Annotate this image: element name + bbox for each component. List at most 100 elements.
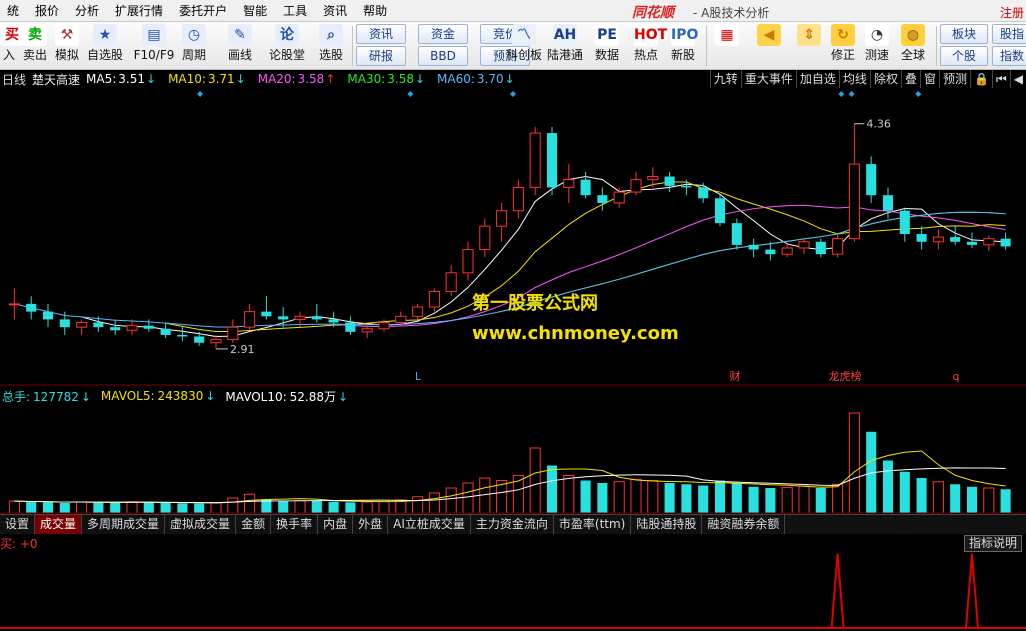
volume-bar (93, 502, 104, 513)
candle-body (496, 210, 508, 227)
indicator-tab-4[interactable]: 金额 (236, 515, 272, 534)
volume-bar (143, 502, 154, 513)
candle-body (93, 322, 104, 328)
kline-tab-8[interactable]: 🔒 (970, 70, 992, 88)
candle-body (378, 322, 390, 330)
indicator-tab-6[interactable]: 内盘 (318, 515, 354, 534)
candle-body (462, 249, 474, 274)
volume-bar (345, 502, 356, 513)
event-diamond-icon (838, 91, 845, 97)
indicator-tab-2[interactable]: 多周期成交量 (82, 515, 166, 534)
candle-body (647, 176, 659, 181)
menu-item-3[interactable]: 扩展行情 (108, 0, 172, 22)
menu-item-2[interactable]: 分析 (68, 0, 108, 22)
kline-tab-2[interactable]: 加自选 (795, 70, 839, 88)
volume-bar (194, 503, 205, 513)
indicator-tab-5[interactable]: 换手率 (271, 515, 319, 534)
indicator-tab-9[interactable]: 主力资金流向 (471, 515, 554, 534)
indicator-chart[interactable] (0, 552, 1026, 631)
candle-body (194, 336, 205, 343)
updown-button[interactable]: ⇕ (794, 24, 824, 68)
event-diamond-icon (407, 91, 414, 97)
star-icon: ★ (93, 24, 117, 46)
sector-button-0-0[interactable]: 板块 (940, 24, 988, 44)
kline-tab-10[interactable]: ◀ (1009, 70, 1026, 88)
menu-item-1[interactable]: 报价 (28, 0, 68, 22)
clock-button[interactable]: ◷ 周期 (176, 24, 212, 68)
toolbar-label: 测速 (864, 48, 889, 62)
forum-icon: 论 (275, 24, 299, 46)
kline-tab-5[interactable]: 叠 (900, 70, 920, 88)
back-arrow-button[interactable]: ◀ (752, 24, 786, 68)
register-link[interactable]: 注册 (1000, 4, 1024, 21)
f10-button[interactable]: ▤ F10/F9 (130, 24, 178, 68)
sector-button-1-1[interactable]: 指数 (992, 46, 1026, 66)
menu-item-8[interactable]: 帮助 (356, 0, 396, 22)
buy-signal-spike (830, 553, 845, 629)
event-mark-3: q (953, 370, 960, 383)
ah-button[interactable]: AH 陆港通 (546, 24, 584, 68)
indicator-tab-1[interactable]: 成交量 (35, 515, 83, 534)
ma-indicator-0: MA5: 3.51↓ (86, 72, 162, 86)
kline-tab-7[interactable]: 预测 (938, 70, 970, 88)
toolbar-label: 新股 (670, 48, 695, 62)
sector-button-1-0[interactable]: 股指 (992, 24, 1026, 44)
menu-item-7[interactable]: 资讯 (316, 0, 356, 22)
volume-bar (731, 483, 742, 513)
menu-item-6[interactable]: 工具 (276, 0, 316, 22)
volume-bar (950, 484, 961, 513)
small-button-0-1[interactable]: 研报 (356, 46, 406, 66)
sell-button[interactable]: 卖卖出 (20, 24, 50, 68)
event-diamond-icon (510, 91, 516, 97)
kline-tab-6[interactable]: 窗 (919, 70, 939, 88)
trend-arrow-icon: ↑ (325, 72, 336, 86)
forum-button[interactable]: 论论股堂 (266, 24, 308, 68)
indicator-tab-11[interactable]: 陆股通持股 (631, 515, 703, 534)
kline-tab-3[interactable]: 均线 (838, 70, 870, 88)
indicator-tabs: 设置 成交量 多周期成交量 虚拟成交量 金额 换手率 内盘 外盘 AI立桩成交量 主力资金流向 市盈… (0, 514, 1026, 534)
indicator-tab-12[interactable]: 融资融券余额 (702, 515, 786, 534)
star-button[interactable]: ★ 自选股 (86, 24, 124, 68)
globe-button[interactable]: ◍ 全球 (896, 24, 930, 68)
small-button-1-1[interactable]: BBD (418, 46, 468, 66)
ipo-button[interactable]: IPO 新股 (666, 24, 700, 68)
kline-tab-1[interactable]: 重大事件 (740, 70, 796, 88)
indicator-tab-0[interactable]: 设置 (0, 515, 36, 534)
sell-icon: 卖 (23, 24, 47, 46)
indicator-tab-3[interactable]: 虚拟成交量 (165, 515, 237, 534)
grid-button[interactable]: ▦ (710, 24, 744, 68)
buy-button[interactable]: 买入 (0, 24, 24, 68)
hot-button[interactable]: HOT 热点 (628, 24, 667, 68)
menu-item-5[interactable]: 智能 (236, 0, 276, 22)
indicator-tab-8[interactable]: AI立桩成交量 (388, 515, 471, 534)
revise-button[interactable]: ↻ 修正 (826, 24, 860, 68)
kcb-button[interactable]: 〽科创板 (506, 24, 542, 68)
indicator-desc-button[interactable]: 指标说明 (963, 535, 1022, 552)
trend-arrow-icon: ↓ (80, 389, 91, 404)
indicator-tab-7[interactable]: 外盘 (353, 515, 389, 534)
pencil-button[interactable]: ✎ 画线 (220, 24, 260, 68)
menu-item-0[interactable]: 统 (0, 0, 28, 22)
speed-button[interactable]: ◔ 测速 (860, 24, 894, 68)
small-button-0-0[interactable]: 资讯 (356, 24, 406, 44)
candle-body (445, 272, 457, 292)
indicator-tab-10[interactable]: 市盈率(ttm) (554, 515, 632, 534)
volume-bar (613, 481, 625, 514)
candle-body (832, 238, 844, 255)
small-button-1-0[interactable]: 资金 (418, 24, 468, 44)
volume-indicator-2: MAVOL10: 52.88万 ↓ (225, 388, 348, 405)
candle-body (597, 195, 608, 203)
hammer-button[interactable]: ⚒ 模拟 (52, 24, 82, 68)
pe-button[interactable]: PE 数据 (590, 24, 624, 68)
period-label[interactable]: 日线 (2, 71, 26, 88)
volume-chart[interactable] (0, 405, 1026, 514)
kline-tab-9[interactable]: ⏮ (991, 70, 1010, 88)
kline-tab-0[interactable]: 九转 (709, 70, 741, 88)
magnifier-button[interactable]: ⌕ 选股 (310, 24, 352, 68)
sector-button-0-1[interactable]: 个股 (940, 46, 988, 66)
candle-body (311, 316, 322, 320)
kline-tab-4[interactable]: 除权 (869, 70, 901, 88)
toolbar-label: 论股堂 (268, 48, 305, 62)
pencil-icon: ✎ (228, 24, 252, 46)
menu-item-4[interactable]: 委托开户 (172, 0, 236, 22)
